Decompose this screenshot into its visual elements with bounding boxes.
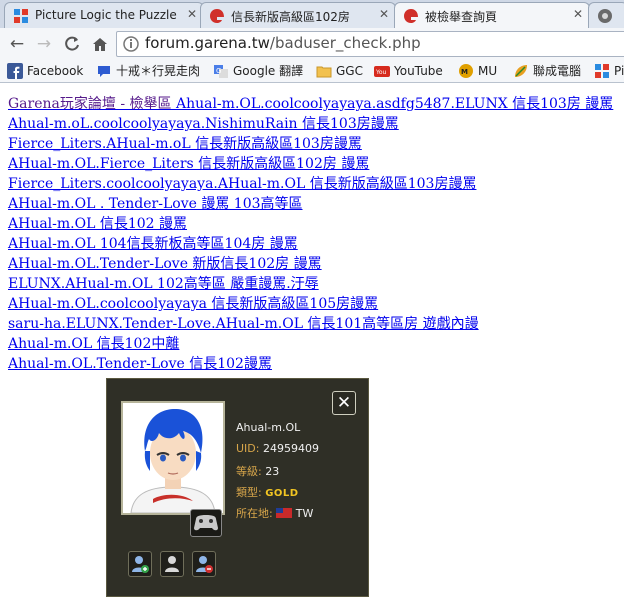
bookmark-picture-logic[interactable]: Pi	[594, 63, 624, 79]
bookmark-label: MU	[478, 64, 498, 78]
profile-level-row: 等級: 23	[236, 463, 279, 479]
address-host: forum.garena.tw	[145, 34, 270, 52]
profile-username: Ahual-m.OL	[236, 421, 301, 434]
level-value: 23	[265, 465, 280, 478]
report-link-2[interactable]: Fierce_Liters.AHual-m.oL 信長新版高級區103房謾罵	[8, 134, 618, 154]
folder-icon	[316, 66, 332, 78]
report-link-list: Garena玩家論壇 - 檢舉區 Ahual-m.OL.coolcoolyaya…	[8, 94, 618, 374]
browser-toolbar: ← → forum.garena.tw/baduser_check.php	[0, 28, 624, 60]
bookmark-mu[interactable]: M MU	[458, 63, 497, 79]
bookmark-youtube[interactable]: You YouTube	[374, 63, 443, 79]
report-link-0[interactable]: Garena玩家論壇 - 檢舉區 Ahual-m.OL.coolcoolyaya…	[8, 94, 618, 114]
report-link-13[interactable]: Ahual-m.OL.Tender-Love 信長102謾罵	[8, 354, 618, 374]
add-friend-button[interactable]	[128, 551, 152, 577]
report-link-11[interactable]: saru-ha.ELUNX.Tender-Love.AHual-m.OL 信長1…	[8, 314, 618, 334]
report-link-9[interactable]: ELUNX.AHual-m.OL 102高等區 嚴重謾罵.汙辱	[8, 274, 618, 294]
globe-icon	[598, 9, 612, 23]
translate-icon: G	[214, 65, 228, 78]
address-text: forum.garena.tw/baduser_check.php	[145, 34, 421, 52]
facebook-icon	[7, 63, 23, 79]
location-value: TW	[295, 507, 314, 520]
report-link-7[interactable]: AHual-m.OL 104信長新板高等區104房 謾罵	[8, 234, 618, 254]
bookmark-label: YouTube	[394, 64, 443, 78]
report-link-6[interactable]: AHual-m.OL 信長102 謾罵	[8, 214, 618, 234]
report-link-1[interactable]: Ahual-m.oL.coolcoolyayaya.NishimuRain 信長…	[8, 114, 618, 134]
bookmark-ggc[interactable]: GGC	[316, 63, 363, 79]
user-icon	[165, 556, 179, 572]
close-tab-icon[interactable]: ✕	[573, 7, 583, 21]
close-tab-icon[interactable]: ✕	[379, 7, 389, 21]
page-info-icon[interactable]	[123, 36, 139, 52]
picture-logic-icon	[14, 9, 28, 23]
bookmark-label: Facebook	[27, 64, 84, 78]
location-label: 所在地:	[236, 507, 273, 520]
bookmark-label: GGC	[336, 64, 363, 78]
uid-value: 24959409	[262, 442, 319, 455]
chat-icon	[98, 66, 110, 77]
bookmark-chat[interactable]: 十戒＊行晃走肉	[96, 63, 200, 79]
profile-type-row: 類型: GOLD	[236, 484, 299, 500]
block-user-icon	[196, 556, 213, 573]
garena-icon	[404, 9, 418, 23]
tab-strip: Picture Logic the Puzzle G ✕ 信長新版高級區102房…	[0, 0, 624, 28]
reload-icon[interactable]	[61, 33, 83, 55]
bookmark-label: 十戒＊行晃走肉	[116, 64, 201, 78]
report-link-8[interactable]: AHual-m.OL.Tender-Love 新版信長102房 謾罵	[8, 254, 618, 274]
report-link-3[interactable]: AHual-m.OL.Fierce_Liters 信長新版高級區102房 謾罵	[8, 154, 618, 174]
back-arrow-icon[interactable]: ←	[6, 33, 28, 55]
gamepad-icon[interactable]	[190, 509, 222, 537]
svg-text:M: M	[461, 68, 468, 76]
type-label: 類型:	[236, 486, 262, 499]
forward-arrow-icon[interactable]: →	[33, 33, 55, 55]
level-label: 等級:	[236, 465, 262, 478]
close-card-button[interactable]: ✕	[332, 391, 356, 415]
user-profile-card: ✕ Ahual-m.OL UID: 24959409 等級: 23 類型: GO…	[106, 378, 369, 597]
avatar	[121, 401, 225, 515]
bookmark-google-translate[interactable]: G Google 翻譯	[213, 63, 303, 79]
view-profile-button[interactable]	[160, 551, 184, 577]
bookmark-label: Pi	[614, 64, 624, 78]
bookmark-label: Google 翻譯	[233, 64, 304, 78]
bookmark-facebook[interactable]: Facebook	[7, 63, 83, 79]
type-value: GOLD	[265, 488, 299, 499]
add-friend-icon	[132, 556, 149, 573]
report-link-4[interactable]: Fierce_Liters.coolcoolyayaya.AHual-m.OL …	[8, 174, 618, 194]
picture-logic-icon	[595, 64, 609, 78]
bookmark-label: 聯成電腦	[533, 64, 582, 78]
block-user-button[interactable]	[192, 551, 216, 577]
report-link-text: Ahual-m.OL.coolcoolyayaya.asdfg5487.ELUN…	[171, 96, 614, 112]
profile-uid-row: UID: 24959409	[236, 442, 319, 455]
address-bar[interactable]: forum.garena.tw/baduser_check.php	[116, 31, 624, 57]
address-path: /baduser_check.php	[269, 34, 421, 52]
report-link-5[interactable]: AHual-m.OL . Tender-Love 謾罵 103高等區	[8, 194, 618, 214]
uid-label: UID:	[236, 442, 260, 455]
svg-text:G: G	[216, 67, 221, 75]
tab-nobunaga-room[interactable]: 信長新版高級區102房 ✕	[200, 2, 396, 28]
tab-label: Picture Logic the Puzzle G	[35, 8, 181, 22]
report-link-10[interactable]: AHual-m.OL.coolcoolyayaya 信長新版高級區105房謾罵	[8, 294, 618, 314]
tab-label: 被檢舉查詢頁	[425, 10, 498, 24]
mu-icon: M	[459, 64, 473, 78]
tab-report-search[interactable]: 被檢舉查詢頁 ✕	[394, 2, 590, 28]
garena-icon	[210, 9, 224, 23]
youtube-icon: You	[374, 66, 390, 77]
bookmark-lccnet[interactable]: 聯成電腦	[513, 63, 581, 79]
svg-text:You: You	[375, 69, 387, 76]
flag-icon	[275, 508, 292, 518]
tab-picture-logic[interactable]: Picture Logic the Puzzle G ✕	[4, 2, 204, 28]
profile-location-row: 所在地: TW	[236, 505, 313, 521]
leaf-icon	[515, 65, 527, 77]
forum-breadcrumb-link[interactable]: Garena玩家論壇 - 檢舉區	[8, 96, 172, 112]
home-icon[interactable]	[89, 33, 111, 55]
bookmarks-bar: Facebook 十戒＊行晃走肉 G Google 翻譯 GGC You YouTu…	[0, 60, 624, 83]
tab-label: 信長新版高級區102房	[231, 10, 350, 24]
tab-partial[interactable]	[588, 2, 624, 28]
report-link-12[interactable]: Ahual-m.OL 信長102中離	[8, 334, 618, 354]
avatar-illustration	[130, 409, 216, 513]
close-tab-icon[interactable]: ✕	[187, 7, 197, 21]
